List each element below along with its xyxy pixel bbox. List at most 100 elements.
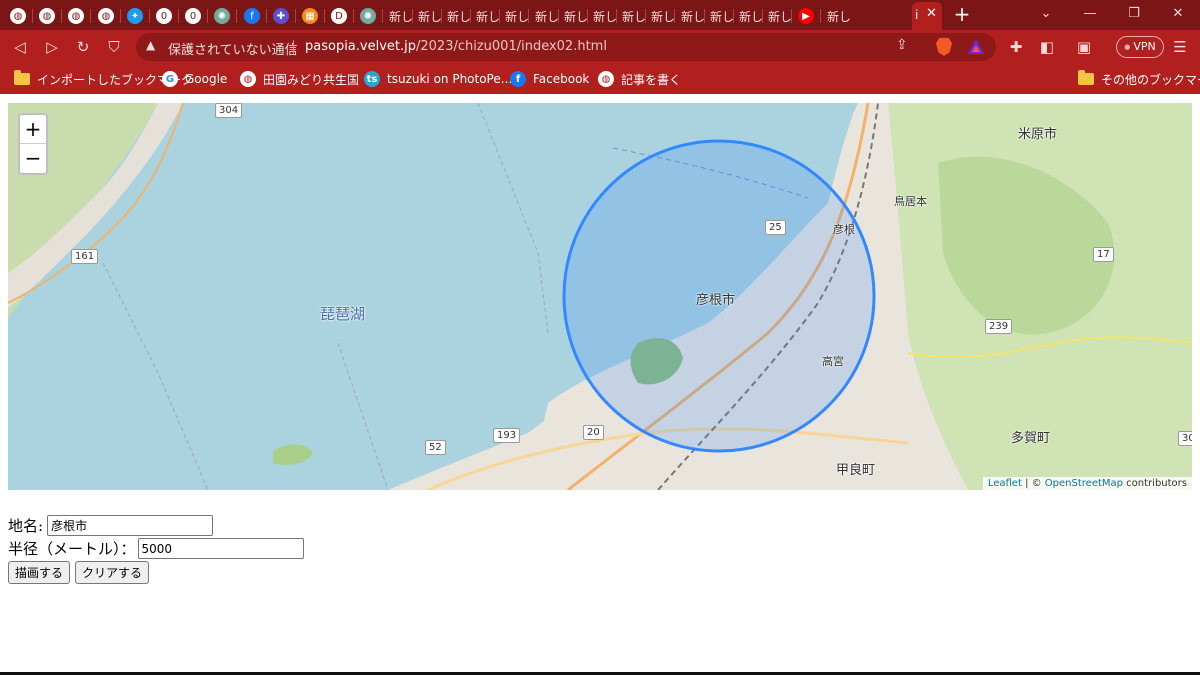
browser-tab[interactable]: 新し [413,4,442,28]
zoom-out-button[interactable]: − [20,144,46,173]
menu-icon[interactable]: ☰ [1168,35,1192,59]
new-tab-button[interactable]: + [950,2,974,26]
tab-title: 新し [564,9,588,24]
url-path: /2023/chizu001/index02.html [416,39,607,54]
browser-toolbar: ◁ ▷ ↻ ⛉ ▲ 保護されていない通信 pasopia.velvet.jp/2… [0,30,1200,64]
address-bar[interactable]: ▲ 保護されていない通信 pasopia.velvet.jp/2023/chiz… [136,33,996,61]
browser-tab[interactable]: ◍ [92,4,121,28]
tab-title: 新し [389,9,413,24]
circle-form: 地名: 半径（メートル）： 描画する クリアする [8,514,304,584]
warning-icon[interactable]: ▲ [146,38,155,52]
restore-button[interactable]: ❐ [1114,2,1154,26]
active-tab[interactable]: i ✕ [912,2,942,30]
tab-strip: 新し ▶ 新し 新し 新し 新し 新し 新し 新し 新し 新し 新し 新し 新し 新し 新し ✺ D ▦ ✚ f ✺ 0 0 ✦… [0,0,1200,30]
browser-tab[interactable]: ▶ [792,4,821,28]
route-shield: 193 [493,428,521,443]
browser-tab[interactable]: 新し [559,4,588,28]
browser-tab[interactable]: 新し [646,4,675,28]
close-tab-icon[interactable]: ✕ [926,6,937,21]
map-attribution: Leaflet | © OpenStreetMap contributors [982,477,1192,490]
browser-tab[interactable]: 新し [705,4,734,28]
minimize-button[interactable]: — [1070,2,1110,26]
browser-tab[interactable]: 新し [384,4,413,28]
bookmark-tsuzuki[interactable]: ts tsuzuki on PhotoPe... [364,70,512,88]
route-shield: 17 [1093,247,1114,262]
bookmark-google[interactable]: G Google [162,70,227,88]
draw-button[interactable]: 描画する [8,561,71,584]
circle-o-icon: 0 [185,8,201,24]
url-host: pasopia.velvet.jp [305,39,416,54]
browser-tab[interactable]: 新し [471,4,500,28]
browser-tab[interactable]: 新し [588,4,617,28]
browser-tab[interactable]: 新し [676,4,705,28]
browser-tab[interactable]: 新し [442,4,471,28]
sidebar-icon[interactable]: ◧ [1035,35,1059,59]
bookmark-denen[interactable]: ◍ 田園みどり共生国 [240,70,359,88]
site-icon: ✚ [273,8,289,24]
browser-tab[interactable]: ✚ [267,4,296,28]
browser-tab[interactable]: ◍ [62,4,91,28]
browser-tab[interactable]: D [325,4,354,28]
route-shield: 30 [1178,431,1192,446]
browser-tab[interactable]: 新し [530,4,559,28]
browser-tab[interactable]: 0 [179,4,208,28]
browser-tab[interactable]: 新し [822,4,851,28]
browser-tab[interactable]: 0 [150,4,179,28]
clear-button[interactable]: クリアする [75,561,150,584]
bookmark-label: Facebook [533,72,590,86]
brave-shields-icon[interactable] [936,38,952,56]
tab-search-button[interactable]: ⌄ [1026,2,1066,26]
share-icon[interactable]: ⇪ [896,37,908,53]
bookmark-write-article[interactable]: ◍ 記事を書く [598,70,681,88]
boundary-line [337,342,389,490]
vpn-button[interactable]: VPN [1116,36,1164,58]
tab-title: 新し [622,9,646,24]
close-window-button[interactable]: ✕ [1158,2,1198,26]
boundary-line [102,262,209,490]
browser-tab[interactable]: 新し [763,4,792,28]
forward-button[interactable]: ▷ [40,35,64,59]
radius-row: 半径（メートル）： [8,537,304,560]
extensions-icon[interactable]: ✚ [1004,35,1028,59]
globe-icon: ◍ [10,8,26,24]
brave-rewards-icon[interactable] [968,39,984,54]
browser-tab[interactable]: ✦ [121,4,150,28]
leaflet-link[interactable]: Leaflet [988,478,1022,489]
bookmark-label: Google [185,72,228,86]
route-shield: 25 [765,220,786,235]
browser-tab[interactable]: ▦ [296,4,325,28]
radius-input[interactable] [137,538,304,559]
wallet-icon[interactable]: ▣ [1072,35,1096,59]
browser-tab[interactable]: 新し [617,4,646,28]
osm-link[interactable]: OpenStreetMap [1045,478,1123,489]
bookmark-facebook[interactable]: f Facebook [510,70,589,88]
zoom-in-button[interactable]: + [20,115,46,144]
bookmark-page-button[interactable]: ⛉ [102,35,126,59]
tab-title: 新し [447,9,471,24]
route-shield: 239 [985,319,1013,334]
browser-tab[interactable]: 新し [500,4,529,28]
route-shield: 304 [215,103,243,118]
reload-button[interactable]: ↻ [71,35,95,59]
browser-tab[interactable]: 新し [734,4,763,28]
browser-tab[interactable]: ✺ [208,4,237,28]
map-label-hikone: 彦根市 [696,293,736,308]
browser-tab[interactable]: ◍ [33,4,62,28]
browser-tab[interactable]: ◍ [4,4,33,28]
tab-title: 新し [710,9,734,24]
attribution-suffix: contributors [1123,478,1187,489]
bookmark-label: 田園みどり共生国 [263,72,360,87]
browser-tab[interactable]: ✺ [354,4,383,28]
bookmark-other[interactable]: その他のブックマーク [1078,70,1200,88]
back-button[interactable]: ◁ [8,35,32,59]
security-status[interactable]: 保護されていない通信 [168,39,298,58]
radius-label: 半径（メートル）： [8,540,136,558]
map-label-takamiya: 高宮 [822,355,844,368]
url-text[interactable]: pasopia.velvet.jp/2023/chizu001/index02.… [305,39,607,54]
tab-title: 新し [505,9,529,24]
globe-icon: ◍ [240,71,256,87]
place-input[interactable] [47,515,214,536]
browser-tab[interactable]: f [238,4,267,28]
map-container[interactable]: 琵琶湖 彦根市 米原市 多賀町 甲良町 鳥居本 高宮 彦根 304 161 25… [8,103,1192,490]
route-shield: 161 [71,249,99,264]
